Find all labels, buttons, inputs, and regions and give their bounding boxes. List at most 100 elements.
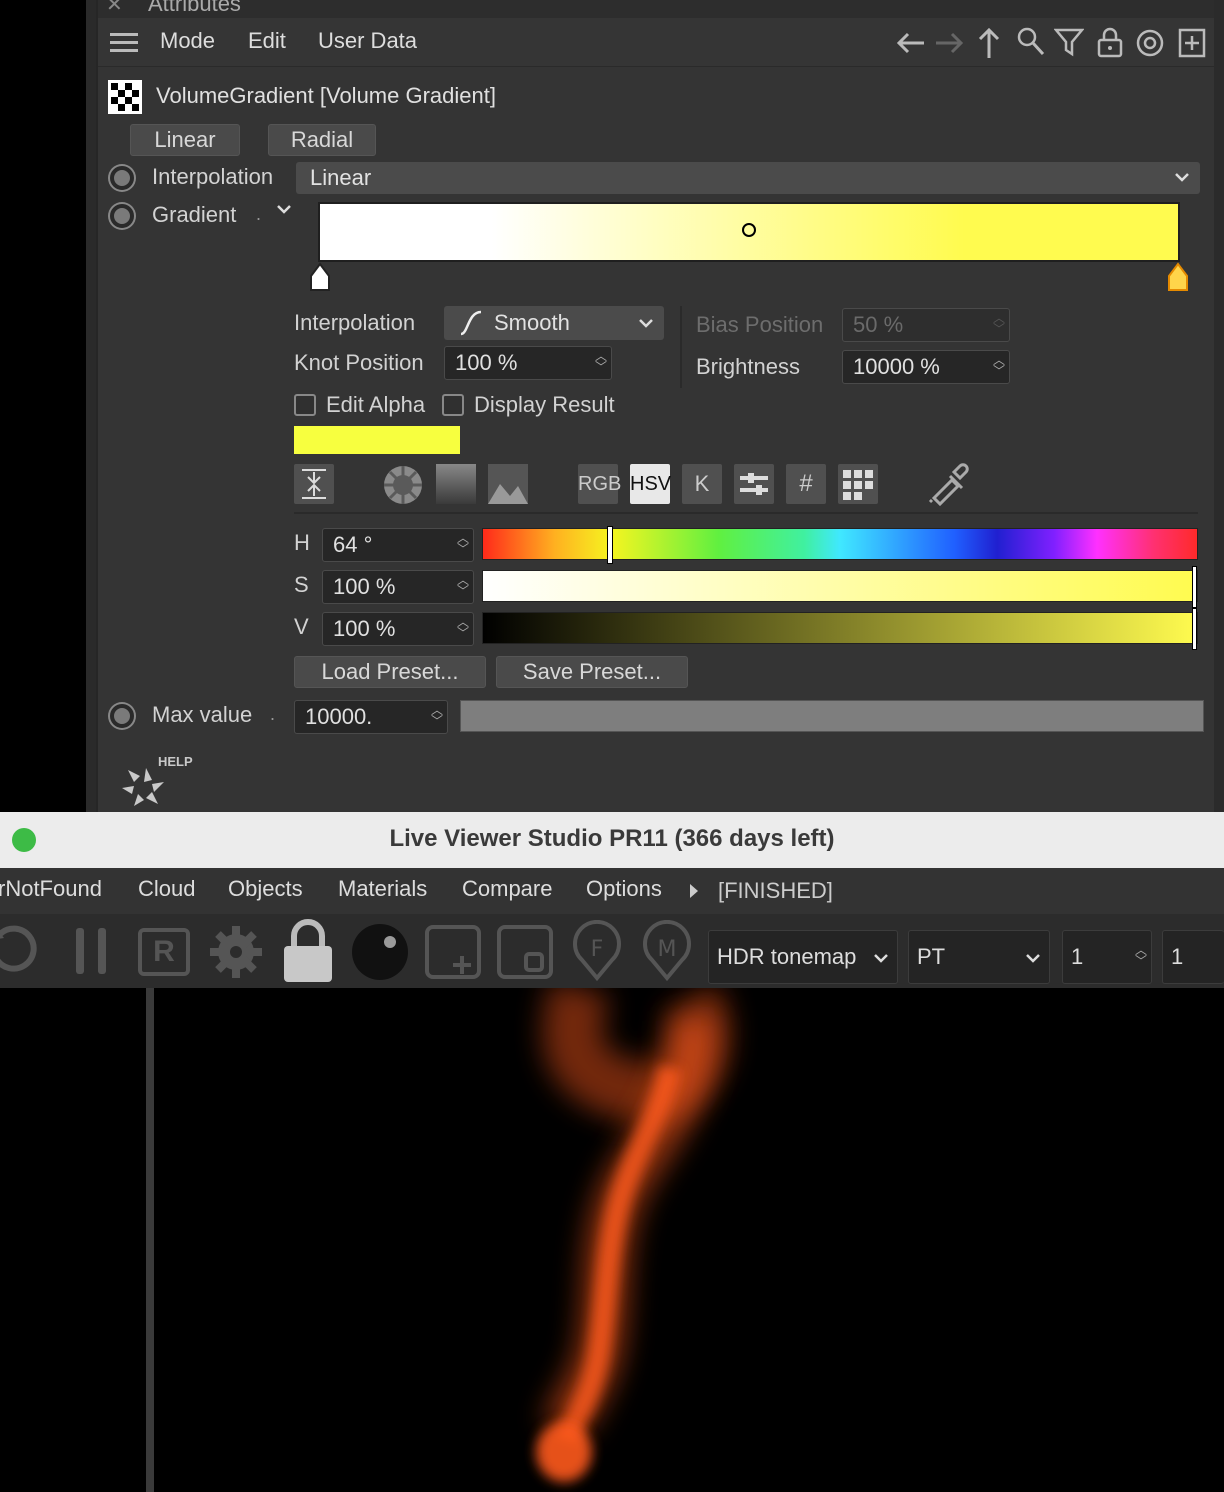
color-swatch[interactable] bbox=[294, 426, 460, 454]
hue-slider-handle[interactable] bbox=[607, 526, 614, 564]
saturation-slider[interactable] bbox=[482, 570, 1198, 602]
background-left bbox=[0, 0, 86, 812]
value1-field[interactable]: 1 ︿ ﹀ bbox=[1062, 930, 1152, 984]
image-picker-icon[interactable] bbox=[488, 464, 528, 504]
save-preset-button[interactable]: Save Preset... bbox=[496, 656, 688, 688]
forward-arrow-icon[interactable] bbox=[932, 28, 966, 58]
saturation-value: 100 % bbox=[333, 574, 396, 599]
stepper-arrows-icon[interactable]: ︿ ﹀ bbox=[457, 616, 469, 641]
color-wheel-icon[interactable] bbox=[382, 464, 424, 506]
menu-options[interactable]: Options bbox=[586, 876, 662, 902]
attributes-title: Attributes bbox=[148, 0, 241, 16]
pause-render-icon[interactable] bbox=[72, 924, 112, 980]
max-value-anim-toggle[interactable] bbox=[110, 704, 134, 728]
menu-file[interactable]: rNotFound bbox=[0, 876, 102, 902]
interpolation-value: Linear bbox=[310, 165, 372, 190]
target-icon[interactable] bbox=[1134, 26, 1166, 60]
restart-render-icon[interactable] bbox=[0, 924, 48, 980]
value2-field[interactable]: 1 bbox=[1162, 930, 1224, 984]
knot-interpolation-dropdown[interactable]: Smooth bbox=[444, 306, 664, 340]
hue-value: 64 ° bbox=[333, 532, 373, 557]
gradient-expand-chevron-icon[interactable] bbox=[276, 204, 292, 216]
render-viewport[interactable] bbox=[0, 988, 1224, 1492]
settings-gear-icon[interactable] bbox=[206, 922, 266, 982]
menu-edit[interactable]: Edit bbox=[248, 28, 286, 54]
gradient-bias-knot[interactable] bbox=[742, 223, 756, 237]
menu-cloud[interactable]: Cloud bbox=[138, 876, 195, 902]
mixer-mode-icon[interactable] bbox=[734, 464, 774, 504]
small-region-icon[interactable] bbox=[496, 924, 554, 980]
rgb-mode-button[interactable]: RGB bbox=[578, 464, 621, 504]
brightness-field[interactable]: 10000 % ︿ ﹀ bbox=[842, 350, 1010, 384]
object-title: VolumeGradient [Volume Gradient] bbox=[156, 83, 496, 108]
add-region-icon[interactable] bbox=[424, 924, 482, 980]
panel-divider[interactable] bbox=[86, 0, 96, 812]
max-value-slider[interactable] bbox=[460, 700, 1204, 732]
interpolation-dropdown[interactable]: Linear bbox=[296, 162, 1200, 194]
gradient-knot-start[interactable] bbox=[308, 262, 332, 294]
lock-icon[interactable] bbox=[1096, 26, 1124, 60]
focus-pick-icon[interactable]: F bbox=[570, 920, 624, 982]
stepper-arrows-icon[interactable]: ︿ ﹀ bbox=[1135, 944, 1147, 969]
collapse-picker-icon[interactable] bbox=[294, 464, 334, 504]
value-slider-handle[interactable] bbox=[1192, 608, 1197, 650]
max-value-field[interactable]: 10000. ︿ ﹀ bbox=[294, 700, 448, 734]
eyedropper-icon[interactable] bbox=[926, 462, 970, 506]
load-preset-button[interactable]: Load Preset... bbox=[294, 656, 486, 688]
chevron-down-icon bbox=[1175, 173, 1189, 182]
gradient-anim-toggle[interactable] bbox=[110, 204, 134, 228]
filter-icon[interactable] bbox=[1054, 26, 1084, 60]
knot-interpolation-value: Smooth bbox=[494, 310, 570, 335]
smooth-curve-icon bbox=[460, 310, 482, 336]
gradient-knot-end-selected[interactable] bbox=[1166, 262, 1190, 294]
spectrum-icon[interactable] bbox=[436, 464, 476, 504]
edit-alpha-checkbox[interactable] bbox=[294, 394, 316, 416]
kernel-dropdown[interactable]: PT bbox=[908, 930, 1050, 984]
hsv-mode-button[interactable]: HSV bbox=[630, 464, 671, 504]
close-icon[interactable]: ✕ bbox=[106, 0, 123, 17]
knot-position-field[interactable]: 100 % ︿ ﹀ bbox=[444, 346, 612, 380]
stepper-arrows-icon[interactable]: ︿ ﹀ bbox=[457, 574, 469, 599]
render-status: [FINISHED] bbox=[718, 878, 833, 903]
value-slider[interactable] bbox=[482, 612, 1198, 644]
knot-position-value: 100 % bbox=[455, 350, 518, 375]
menu-materials[interactable]: Materials bbox=[338, 876, 427, 902]
saturation-slider-handle[interactable] bbox=[1192, 566, 1197, 608]
search-icon[interactable] bbox=[1016, 26, 1046, 60]
stepper-arrows-icon[interactable]: ︿ ﹀ bbox=[595, 350, 607, 375]
display-result-checkbox[interactable] bbox=[442, 394, 464, 416]
up-arrow-icon[interactable] bbox=[974, 26, 1004, 60]
focus-pick-label: F bbox=[591, 937, 604, 962]
value-label: V bbox=[294, 614, 309, 639]
live-viewer-title-bar: Live Viewer Studio PR11 (366 days left) bbox=[0, 812, 1224, 869]
swatches-grid-icon[interactable] bbox=[838, 464, 878, 504]
stepper-arrows-icon[interactable]: ︿ ﹀ bbox=[431, 704, 443, 729]
lock-render-icon[interactable] bbox=[282, 918, 334, 984]
new-panel-icon[interactable] bbox=[1178, 26, 1206, 60]
picker-divider bbox=[294, 512, 1198, 514]
bias-position-value: 50 % bbox=[853, 312, 904, 337]
stepper-arrows-icon[interactable]: ︿ ﹀ bbox=[993, 354, 1005, 379]
back-arrow-icon[interactable] bbox=[894, 28, 928, 58]
tab-radial[interactable]: Radial bbox=[268, 124, 376, 156]
hue-slider[interactable] bbox=[482, 528, 1198, 560]
interpolation-anim-toggle[interactable] bbox=[110, 166, 134, 190]
menu-more-arrow-icon[interactable] bbox=[688, 882, 700, 900]
tonemap-dropdown[interactable]: HDR tonemap bbox=[708, 930, 898, 984]
region-render-button[interactable]: R bbox=[138, 928, 190, 976]
hamburger-menu-icon[interactable] bbox=[110, 32, 138, 52]
menu-objects[interactable]: Objects bbox=[228, 876, 303, 902]
menu-compare[interactable]: Compare bbox=[462, 876, 552, 902]
help-icon[interactable] bbox=[118, 762, 174, 812]
material-ball-icon[interactable] bbox=[350, 922, 410, 982]
material-pick-icon[interactable]: M bbox=[640, 920, 694, 982]
hex-mode-button[interactable]: # bbox=[786, 464, 826, 504]
tab-linear[interactable]: Linear bbox=[130, 124, 240, 156]
menu-mode[interactable]: Mode bbox=[160, 28, 215, 54]
stepper-arrows-icon[interactable]: ︿ ﹀ bbox=[457, 532, 469, 557]
menu-user-data[interactable]: User Data bbox=[318, 28, 417, 54]
saturation-field[interactable]: 100 % ︿ ﹀ bbox=[322, 570, 474, 604]
value-field[interactable]: 100 % ︿ ﹀ bbox=[322, 612, 474, 646]
hue-field[interactable]: 64 ° ︿ ﹀ bbox=[322, 528, 474, 562]
kelvin-mode-button[interactable]: K bbox=[682, 464, 722, 504]
